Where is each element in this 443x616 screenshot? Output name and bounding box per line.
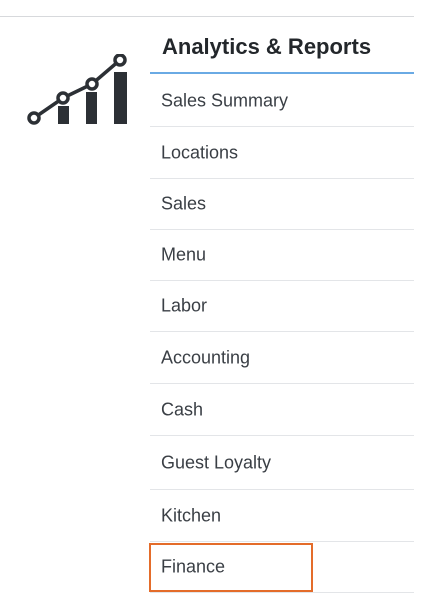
menu-item-label: Accounting <box>161 347 251 367</box>
menu-item-guest-loyalty[interactable]: Guest Loyalty <box>150 436 414 490</box>
menu-item-label: Kitchen <box>161 505 222 525</box>
menu-item-locations[interactable]: Locations <box>150 127 414 179</box>
menu-item-sales[interactable]: Sales <box>150 179 414 230</box>
menu-item-label: Menu <box>161 244 207 265</box>
menu-item-menu[interactable]: Menu <box>150 230 414 281</box>
analytics-reports-menu: Analytics & Reports Sales Summary Locati… <box>150 20 414 593</box>
menu-item-accounting[interactable]: Accounting <box>150 332 414 384</box>
menu-item-label: Locations <box>161 142 239 162</box>
menu-item-cash[interactable]: Cash <box>150 384 414 436</box>
menu-item-label: Sales <box>161 193 207 214</box>
analytics-chart-icon <box>26 53 130 128</box>
menu-item-labor[interactable]: Labor <box>150 281 414 332</box>
menu-item-label: Cash <box>161 399 204 419</box>
menu-item-label: Finance <box>161 556 226 577</box>
menu-item-kitchen[interactable]: Kitchen <box>150 490 414 542</box>
menu-item-finance[interactable]: Finance <box>150 542 414 593</box>
menu-item-label: Guest Loyalty <box>161 452 272 472</box>
top-divider <box>0 16 414 17</box>
menu-item-label: Sales Summary <box>161 90 289 111</box>
menu-item-label: Labor <box>161 295 208 316</box>
menu-title: Analytics & Reports <box>150 20 414 74</box>
menu-item-sales-summary[interactable]: Sales Summary <box>150 76 414 127</box>
